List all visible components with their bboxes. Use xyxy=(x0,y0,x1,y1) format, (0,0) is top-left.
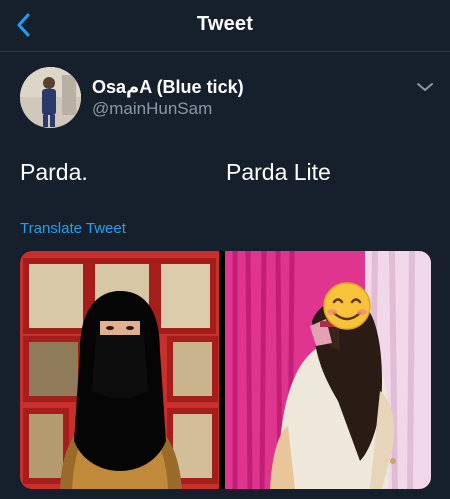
media-photo-right[interactable] xyxy=(225,251,431,489)
translate-tweet-link[interactable]: Translate Tweet xyxy=(20,220,126,237)
tweet-text-right: Parda Lite xyxy=(226,159,331,185)
media-photo-left[interactable] xyxy=(20,251,219,489)
page-title: Tweet xyxy=(196,13,254,35)
tweet-media[interactable] xyxy=(20,251,431,489)
tweet-menu-button[interactable] xyxy=(414,78,436,96)
user-handle[interactable]: @mainHunSam xyxy=(92,99,212,119)
avatar[interactable] xyxy=(20,67,81,128)
smiling-face-emoji xyxy=(323,282,371,330)
top-bar: Tweet xyxy=(0,0,450,52)
tweet-text-left: Parda. xyxy=(20,159,88,185)
display-name[interactable]: OsaمA (Blue tick) xyxy=(92,77,244,98)
chevron-down-icon xyxy=(417,83,433,91)
